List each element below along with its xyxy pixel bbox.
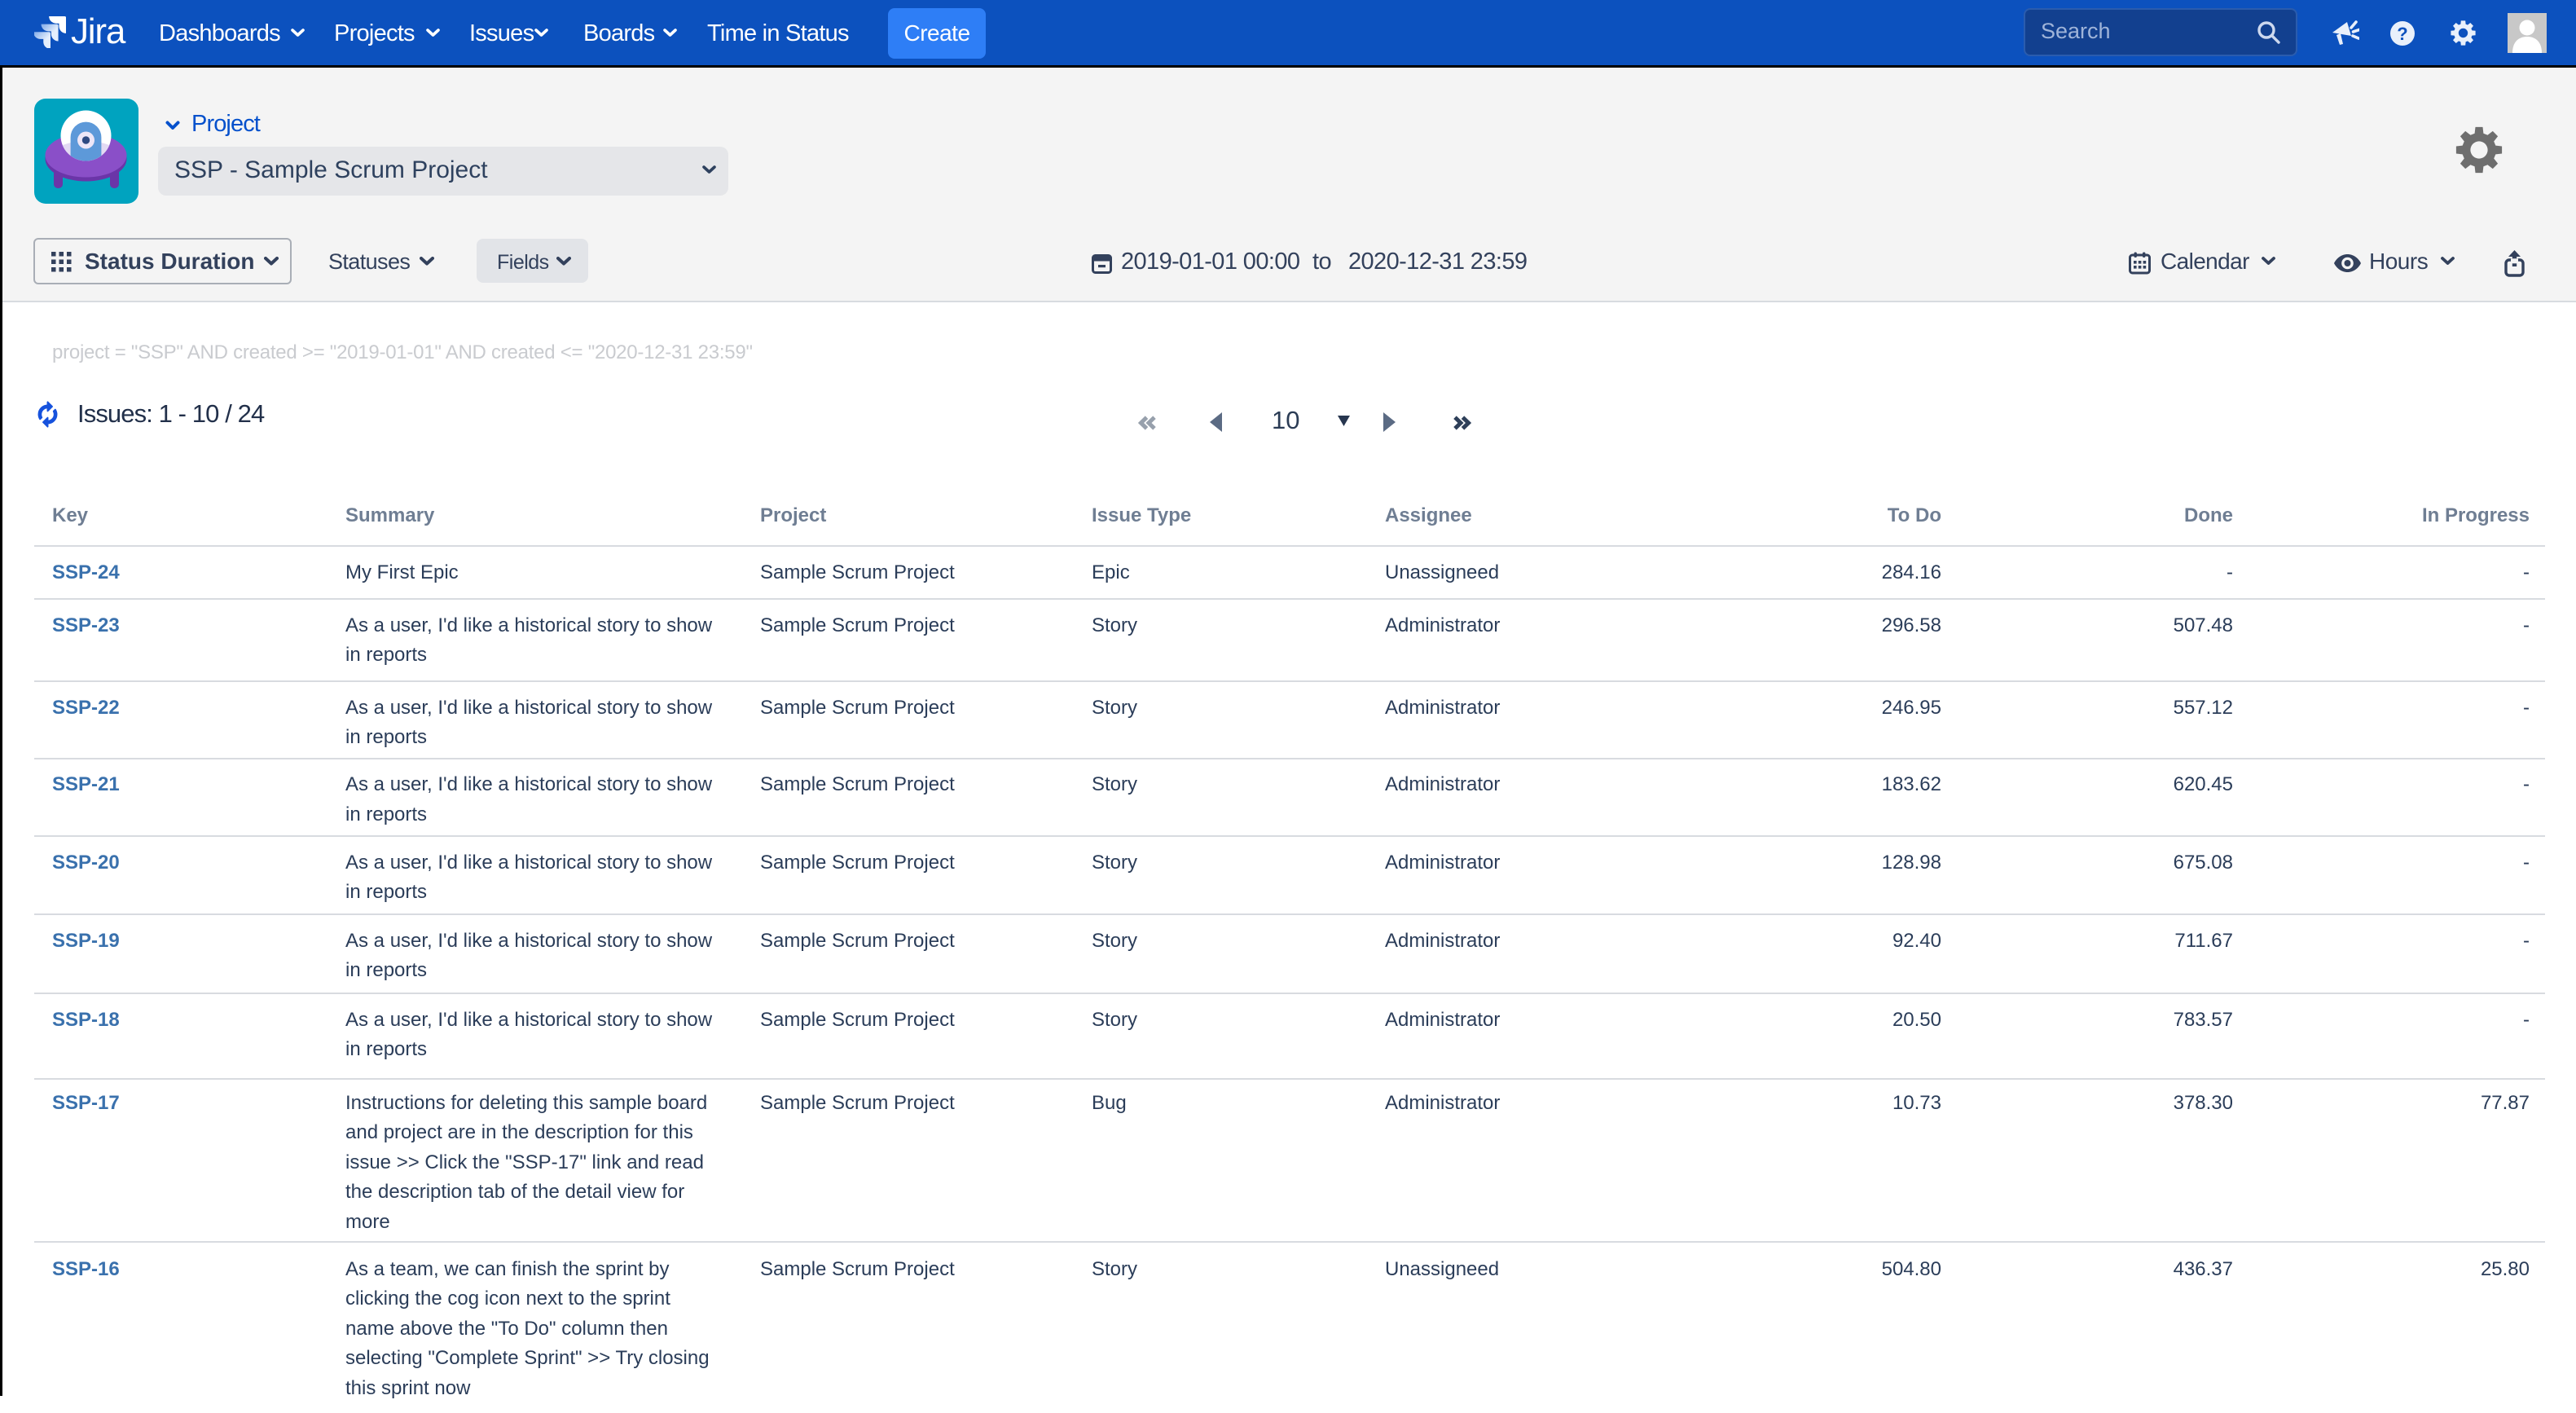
svg-text:?: ? — [2397, 24, 2407, 44]
